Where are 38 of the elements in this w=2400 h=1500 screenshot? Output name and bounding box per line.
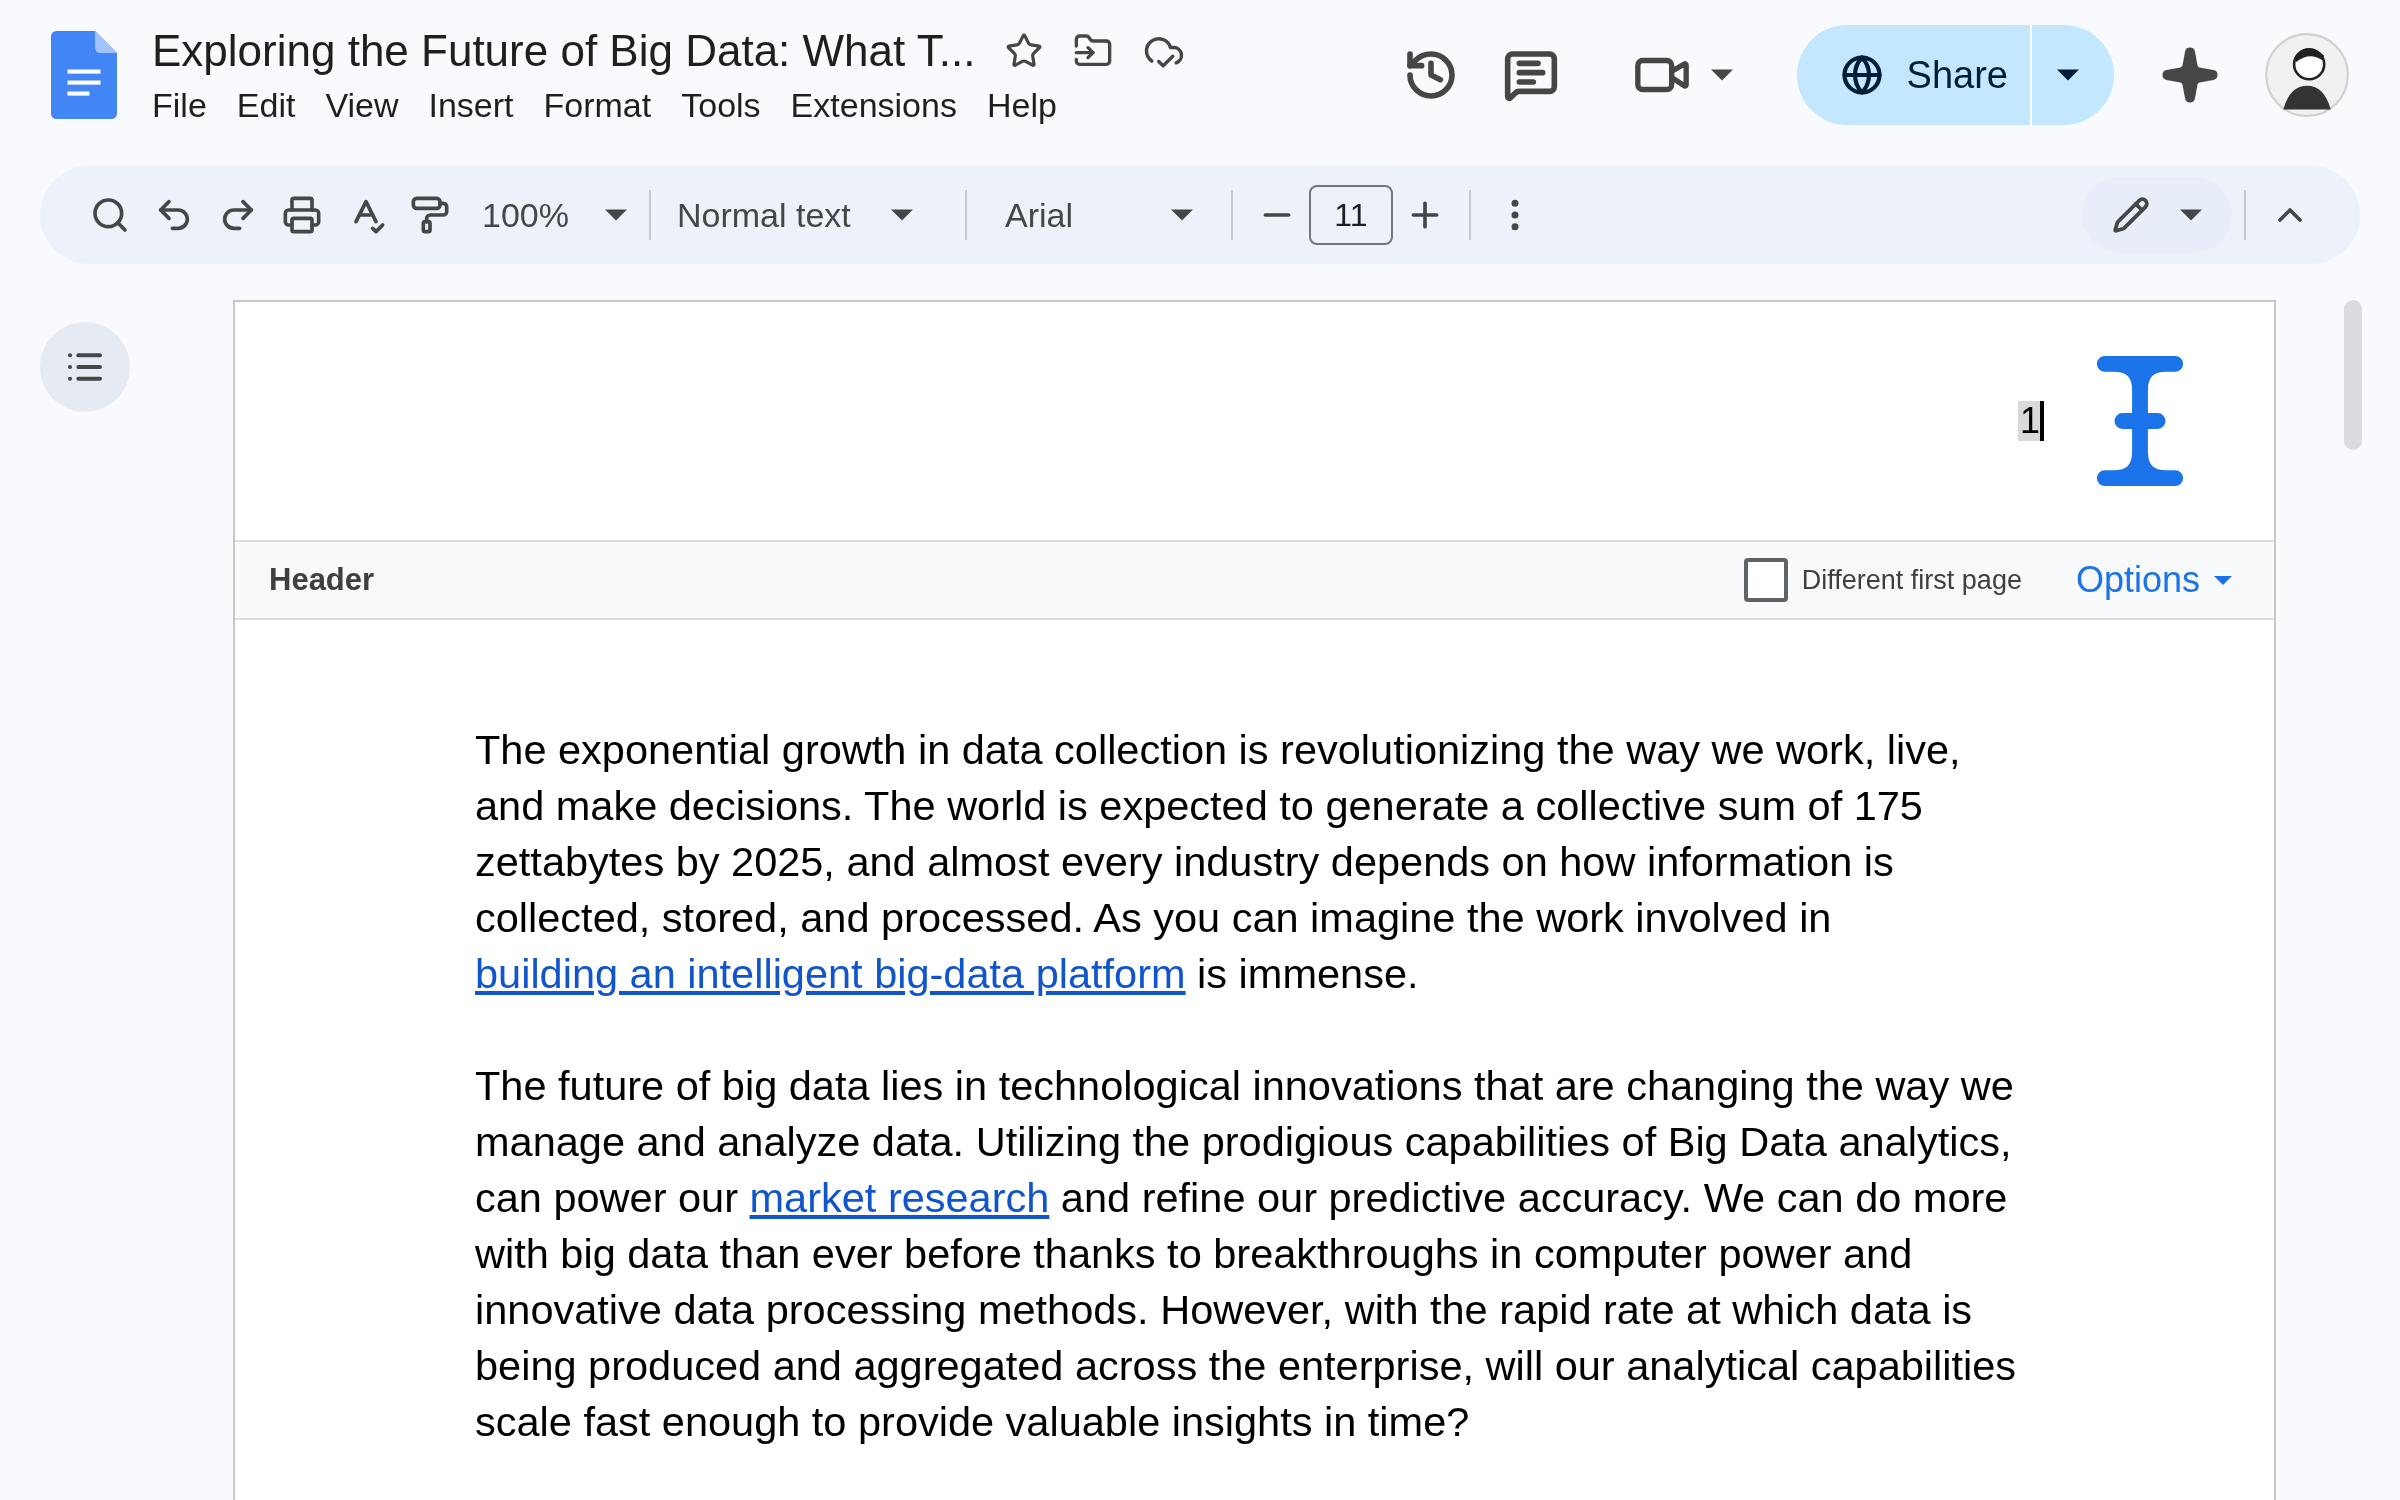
document-logo-icon[interactable] [50, 31, 118, 119]
share-button[interactable]: Share [1796, 25, 2030, 125]
caret-icon [2214, 575, 2232, 585]
text-cursor-icon [2096, 355, 2184, 487]
avatar[interactable] [2264, 32, 2350, 118]
sparkle-icon[interactable] [2160, 45, 2220, 105]
caret-icon [604, 209, 627, 221]
star-icon[interactable] [1005, 32, 1044, 70]
menu-item[interactable]: Extensions [778, 81, 969, 129]
zoom-dropdown[interactable]: 100% [482, 189, 627, 241]
scrollbar-thumb[interactable] [2344, 300, 2362, 450]
globe-icon [1840, 54, 1883, 96]
caret-icon [2180, 209, 2202, 221]
menu-item[interactable]: Insert [416, 81, 526, 129]
checkbox-label[interactable]: Different first page [1801, 559, 2022, 601]
text-link[interactable]: building an intelligent big-data platform [475, 950, 1186, 997]
caret-icon [1710, 69, 1733, 81]
menu-item[interactable]: File [140, 81, 219, 129]
document-title[interactable]: Exploring the Future of Big Data: What T... [152, 21, 976, 81]
header-text[interactable]: 1 [2017, 401, 2044, 441]
font-dropdown[interactable]: Arial [978, 189, 1219, 241]
menu-item[interactable]: Tools [669, 81, 773, 129]
caret-icon [1170, 209, 1193, 221]
font-size-field[interactable]: 11 [1308, 185, 1393, 245]
caret-icon [890, 209, 913, 221]
menu-item[interactable]: View [313, 81, 411, 129]
caret-icon [2057, 69, 2079, 81]
menu-item[interactable]: Format [531, 81, 664, 129]
paragraph: The exponential growth in data collection is revolutionizing the way we work, live, and make decisions. The world is expected to generate a collective sum of 175 zettabytes by 2025, and almost every industry depends on how information is collected, stored, and processed. As you can imagine the work involved in building an intelligent big-data platform is immense. [475, 725, 1962, 999]
style-dropdown[interactable]: Normal text [662, 189, 953, 241]
options-button[interactable]: Options [2075, 553, 2232, 607]
pencil-icon [2112, 196, 2150, 234]
text-link[interactable]: market research [749, 1174, 1050, 1221]
menu-item[interactable]: Help [974, 81, 1069, 129]
header-label: Header [269, 560, 375, 599]
paragraph: The future of big data lies in technological innovations that are changing the way we manage and analyze data. Utilizing the prodigious capabilities of Big Data analytics, can power our market research and refine our predictive accuracy. We can do more with big data than ever before thanks to breakthroughs in computer power and innovative data processing methods. However, with the rapid rate at which data is being produced and aggregated across the enterprise, will our analytical capabilities scale fast enough to provide valuable insights in time? [475, 1061, 2018, 1447]
menu-item[interactable]: Edit [224, 81, 308, 129]
checkbox[interactable] [1743, 558, 1788, 602]
